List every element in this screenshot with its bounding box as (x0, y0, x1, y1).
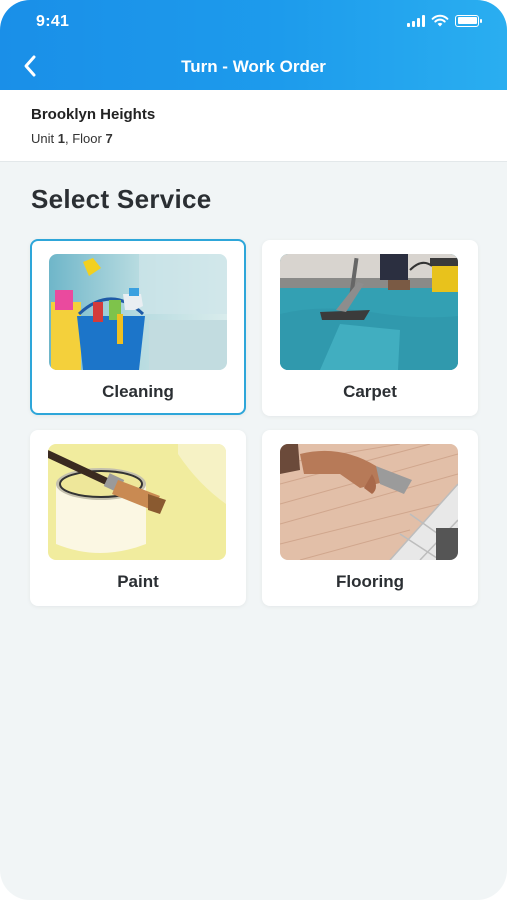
service-card-cleaning[interactable]: Cleaning (30, 239, 246, 415)
battery-icon (455, 14, 482, 27)
cleaning-image (49, 254, 227, 370)
service-card-flooring[interactable]: Flooring (262, 430, 478, 606)
property-name: Brooklyn Heights (31, 106, 156, 123)
service-card-paint[interactable]: Paint (30, 430, 246, 606)
floor-label: , Floor (64, 131, 102, 146)
unit-value: 1 (57, 131, 65, 146)
service-label-carpet: Carpet (343, 382, 397, 401)
service-label-paint: Paint (117, 572, 159, 591)
unit-label: Unit (31, 131, 55, 146)
status-icons (407, 14, 482, 27)
unit-floor-text: Unit 1, Floor 7 (31, 131, 113, 146)
location-panel: Brooklyn Heights Unit 1, Floor 7 (0, 90, 507, 162)
status-time: 9:41 (36, 13, 70, 30)
service-card-carpet[interactable]: Carpet (262, 240, 478, 416)
phone-screen: 9:41 Turn - Work Order Brooklyn Heights … (0, 0, 507, 900)
paint-image (48, 444, 226, 560)
service-label-cleaning: Cleaning (102, 382, 174, 401)
carpet-image (280, 254, 458, 370)
header-bar: 9:41 Turn - Work Order (0, 0, 507, 90)
wifi-icon (431, 14, 449, 27)
floor-value: 7 (105, 131, 113, 146)
section-title: Select Service (31, 184, 212, 214)
flooring-image (280, 444, 458, 560)
signal-icon (407, 14, 425, 27)
page-title: Turn - Work Order (181, 57, 326, 76)
service-label-flooring: Flooring (336, 572, 404, 591)
